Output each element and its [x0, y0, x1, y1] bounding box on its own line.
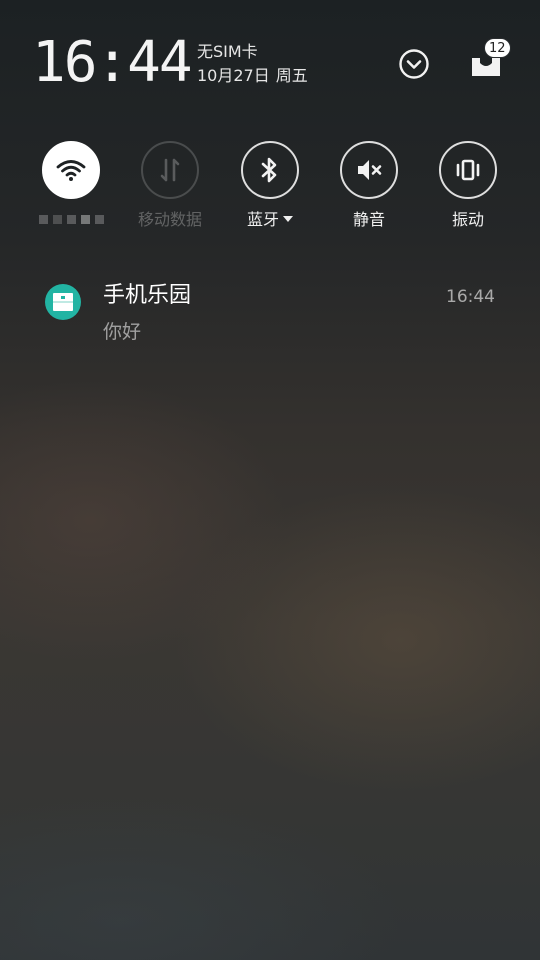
wifi-toggle[interactable]	[23, 141, 119, 241]
wifi-icon	[56, 160, 86, 181]
header-info: 无SIM卡 10月27日 周五	[197, 40, 308, 88]
mobile-data-toggle-circle[interactable]	[141, 141, 199, 199]
bluetooth-toggle-circle[interactable]	[241, 141, 299, 199]
expand-toggles-button[interactable]	[398, 48, 430, 80]
mute-label: 静音	[352, 210, 385, 229]
mute-toggle-circle[interactable]	[340, 141, 398, 199]
wifi-network-name-obscured	[23, 215, 119, 227]
wifi-toggle-circle[interactable]	[42, 141, 100, 199]
vibrate-toggle-circle[interactable]	[439, 141, 497, 199]
mobile-data-toggle[interactable]: 移动数据	[122, 141, 218, 241]
inbox-count-badge: 12	[484, 38, 511, 58]
date-text: 10月27日	[197, 66, 270, 85]
notification-message: 你好	[103, 321, 142, 343]
bluetooth-toggle[interactable]: 蓝牙	[222, 141, 318, 241]
bluetooth-label-row[interactable]: 蓝牙	[222, 209, 318, 231]
bluetooth-label: 蓝牙	[246, 210, 279, 229]
speaker-mute-icon	[358, 160, 382, 180]
notification-app-name: 手机乐园	[103, 283, 192, 308]
mute-toggle[interactable]: 静音	[321, 141, 417, 241]
bluetooth-dropdown-caret-icon[interactable]	[283, 215, 293, 222]
weekday-text: 周五	[275, 66, 308, 85]
clock-time: 16:44	[32, 30, 193, 95]
notification-time: 16:44	[446, 287, 495, 307]
vibrate-toggle[interactable]: 振动	[420, 141, 516, 241]
app-store-icon	[45, 284, 81, 320]
chevron-down-circle-icon	[399, 49, 429, 79]
vibrate-icon	[456, 159, 480, 181]
notification-item[interactable]: 手机乐园 你好 16:44	[0, 270, 540, 360]
carrier-status: 无SIM卡	[197, 42, 258, 61]
mobile-data-label: 移动数据	[137, 210, 202, 229]
bluetooth-icon	[261, 157, 277, 183]
mobile-data-arrows-icon	[160, 158, 180, 182]
vibrate-label: 振动	[451, 210, 484, 229]
date-row: 10月27日 周五	[197, 64, 308, 88]
